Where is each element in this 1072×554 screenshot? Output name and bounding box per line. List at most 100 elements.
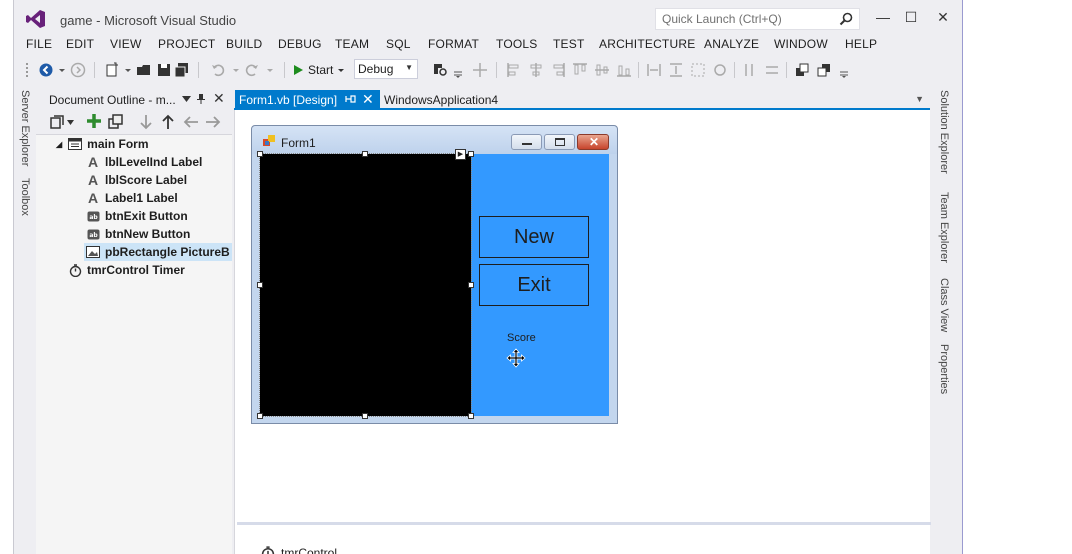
align-middles-icon[interactable]: [594, 62, 610, 78]
resize-handle[interactable]: [468, 282, 474, 288]
tree-node-label1[interactable]: A Label1 Label: [86, 189, 178, 207]
menu-tools[interactable]: TOOLS: [496, 37, 537, 51]
pbrectangle-picturebox[interactable]: [259, 153, 472, 417]
dropdown-arrow-icon[interactable]: [67, 120, 74, 125]
collapse-arrow-icon[interactable]: ◢: [56, 140, 62, 149]
menu-project[interactable]: PROJECT: [158, 37, 215, 51]
solution-configuration-select[interactable]: Debug ▼: [354, 59, 418, 79]
tab-overflow-dropdown-icon[interactable]: ▼: [915, 94, 924, 104]
vertical-spacing-icon[interactable]: [764, 62, 780, 78]
search-icon[interactable]: [839, 12, 853, 26]
find-in-files-icon[interactable]: [432, 62, 448, 78]
align-lefts-icon[interactable]: [506, 62, 522, 78]
btnnew-button[interactable]: New: [479, 216, 589, 258]
tray-item-tmrcontrol[interactable]: tmrControl: [261, 546, 337, 554]
tree-node-tmrcontrol[interactable]: tmrControl Timer: [68, 261, 185, 279]
resize-handle[interactable]: [362, 413, 368, 419]
quick-launch-input[interactable]: Quick Launch (Ctrl+Q): [655, 8, 860, 30]
class-view-tab[interactable]: Class View: [938, 278, 950, 332]
form-designer-surface[interactable]: Form1 ✕ ▶ New Exit Score tmrControl: [234, 110, 931, 554]
align-rights-icon[interactable]: [550, 62, 566, 78]
toolbar-overflow-icon[interactable]: [836, 62, 852, 78]
move-out-icon[interactable]: [183, 115, 199, 129]
resize-handle[interactable]: [257, 282, 263, 288]
menu-view[interactable]: VIEW: [110, 37, 141, 51]
server-explorer-tab[interactable]: Server Explorer: [19, 90, 31, 166]
resize-handle[interactable]: [257, 151, 263, 157]
team-explorer-tab[interactable]: Team Explorer: [938, 192, 950, 263]
move-up-icon[interactable]: [161, 114, 175, 130]
pin-icon[interactable]: [345, 93, 356, 105]
align-centers-icon[interactable]: [528, 62, 544, 78]
minimize-button[interactable]: —: [872, 8, 894, 26]
navigate-back-icon[interactable]: [38, 62, 54, 78]
window-position-dropdown-icon[interactable]: [182, 96, 191, 102]
new-project-icon[interactable]: [104, 62, 120, 78]
dropdown-arrow-icon[interactable]: [228, 62, 244, 78]
tree-node-btnnew[interactable]: ab btnNew Button: [86, 225, 190, 243]
add-icon[interactable]: [86, 113, 102, 129]
save-icon[interactable]: [156, 62, 172, 78]
resize-handle[interactable]: [468, 151, 474, 157]
start-debugging-button[interactable]: Start: [288, 59, 349, 80]
menu-window[interactable]: WINDOW: [774, 37, 828, 51]
solution-explorer-tab[interactable]: Solution Explorer: [938, 90, 950, 174]
move-down-icon[interactable]: [139, 114, 153, 130]
tree-node-pbrectangle[interactable]: pbRectangle PictureB: [84, 243, 232, 261]
resize-handle[interactable]: [257, 413, 263, 419]
send-to-back-icon[interactable]: [816, 62, 832, 78]
tab-form1-design[interactable]: Form1.vb [Design] ✕: [235, 90, 380, 110]
tab-windowsapplication4[interactable]: WindowsApplication4: [384, 93, 498, 107]
size-to-grid-icon[interactable]: [712, 62, 728, 78]
menu-sql[interactable]: SQL: [386, 37, 411, 51]
form-client-area[interactable]: ▶ New Exit Score: [257, 149, 609, 419]
dropdown-arrow-icon[interactable]: [262, 62, 278, 78]
make-same-size-icon[interactable]: [690, 62, 706, 78]
resize-handle[interactable]: [468, 413, 474, 419]
menu-test[interactable]: TEST: [553, 37, 584, 51]
dropdown-arrow-icon[interactable]: [120, 62, 136, 78]
tree-node-btnexit[interactable]: ab btnExit Button: [86, 207, 188, 225]
menu-architecture[interactable]: ARCHITECTURE: [599, 37, 695, 51]
pin-icon[interactable]: [196, 93, 206, 105]
menu-format[interactable]: FORMAT: [428, 37, 479, 51]
horizontal-spacing-icon[interactable]: [742, 62, 758, 78]
toolbox-tab[interactable]: Toolbox: [19, 178, 31, 216]
close-icon[interactable]: ✕: [362, 91, 374, 108]
menu-file[interactable]: FILE: [26, 37, 52, 51]
tree-node-main-form[interactable]: ◢ main Form: [56, 135, 149, 153]
toolbar-grip-icon[interactable]: [20, 62, 36, 78]
resize-handle[interactable]: [362, 151, 368, 157]
dropdown-arrow-icon[interactable]: [54, 62, 70, 78]
toolbar-overflow-icon[interactable]: [450, 62, 466, 78]
snap-to-grid-icon[interactable]: [472, 62, 488, 78]
expand-collapse-icon[interactable]: [50, 114, 66, 130]
tree-node-lblscore[interactable]: A lblScore Label: [86, 171, 187, 189]
menu-debug[interactable]: DEBUG: [278, 37, 322, 51]
menu-team[interactable]: TEAM: [335, 37, 369, 51]
move-in-icon[interactable]: [205, 115, 221, 129]
btnexit-button[interactable]: Exit: [479, 264, 589, 306]
navigate-forward-icon[interactable]: [70, 62, 86, 78]
score-label[interactable]: Score: [507, 332, 536, 344]
maximize-button[interactable]: ☐: [900, 8, 922, 26]
redo-icon[interactable]: [244, 62, 260, 78]
close-icon[interactable]: ✕: [213, 90, 225, 107]
make-same-height-icon[interactable]: [668, 62, 684, 78]
menu-help[interactable]: HELP: [845, 37, 877, 51]
copy-icon[interactable]: [108, 114, 124, 130]
menu-build[interactable]: BUILD: [226, 37, 262, 51]
open-file-icon[interactable]: [136, 62, 152, 78]
menu-edit[interactable]: EDIT: [66, 37, 94, 51]
save-all-icon[interactable]: [174, 62, 190, 78]
bring-to-front-icon[interactable]: [794, 62, 810, 78]
smart-tag-glyph-icon[interactable]: ▶: [455, 149, 466, 160]
menu-analyze[interactable]: ANALYZE: [704, 37, 759, 51]
form1-design-window[interactable]: Form1 ✕ ▶ New Exit Score: [251, 125, 618, 424]
make-same-width-icon[interactable]: [646, 62, 662, 78]
align-tops-icon[interactable]: [572, 62, 588, 78]
properties-tab[interactable]: Properties: [938, 344, 950, 394]
align-bottoms-icon[interactable]: [616, 62, 632, 78]
tree-node-lbllevelind[interactable]: A lblLevelInd Label: [86, 153, 202, 171]
undo-icon[interactable]: [210, 62, 226, 78]
